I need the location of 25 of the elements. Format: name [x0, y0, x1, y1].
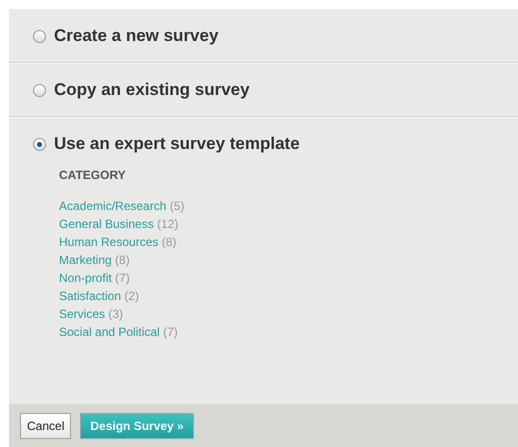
cancel-button[interactable]: Cancel [20, 412, 72, 438]
option-label[interactable]: Create a new survey [54, 26, 218, 46]
category-link[interactable]: Marketing [59, 253, 112, 267]
category-link[interactable]: Academic/Research [59, 199, 166, 213]
category-link[interactable]: Services [59, 307, 106, 321]
option-label[interactable]: Use an expert survey template [54, 134, 300, 154]
category-link[interactable]: Human Resources [59, 235, 158, 249]
category-link[interactable]: Satisfaction [59, 289, 122, 303]
category-link[interactable]: General Business [59, 217, 154, 231]
category-link[interactable]: Social and Political [59, 325, 160, 339]
option-label[interactable]: Copy an existing survey [54, 80, 250, 100]
category-heading: CATEGORY [59, 168, 127, 182]
category-count: (8) [115, 253, 130, 267]
category-count: (7) [163, 325, 178, 339]
category-count: (3) [108, 307, 124, 321]
category-count: (12) [157, 217, 178, 231]
category-count: (2) [124, 289, 140, 303]
category-count: (7) [115, 271, 130, 285]
radio-button[interactable] [33, 138, 46, 150]
radio-button[interactable] [33, 30, 46, 42]
radio-button[interactable] [33, 84, 46, 96]
category-count: (8) [162, 235, 176, 249]
category-link[interactable]: Non-profit [59, 271, 112, 285]
category-count: (5) [170, 199, 184, 213]
design-survey-button[interactable]: Design Survey » [80, 412, 194, 438]
